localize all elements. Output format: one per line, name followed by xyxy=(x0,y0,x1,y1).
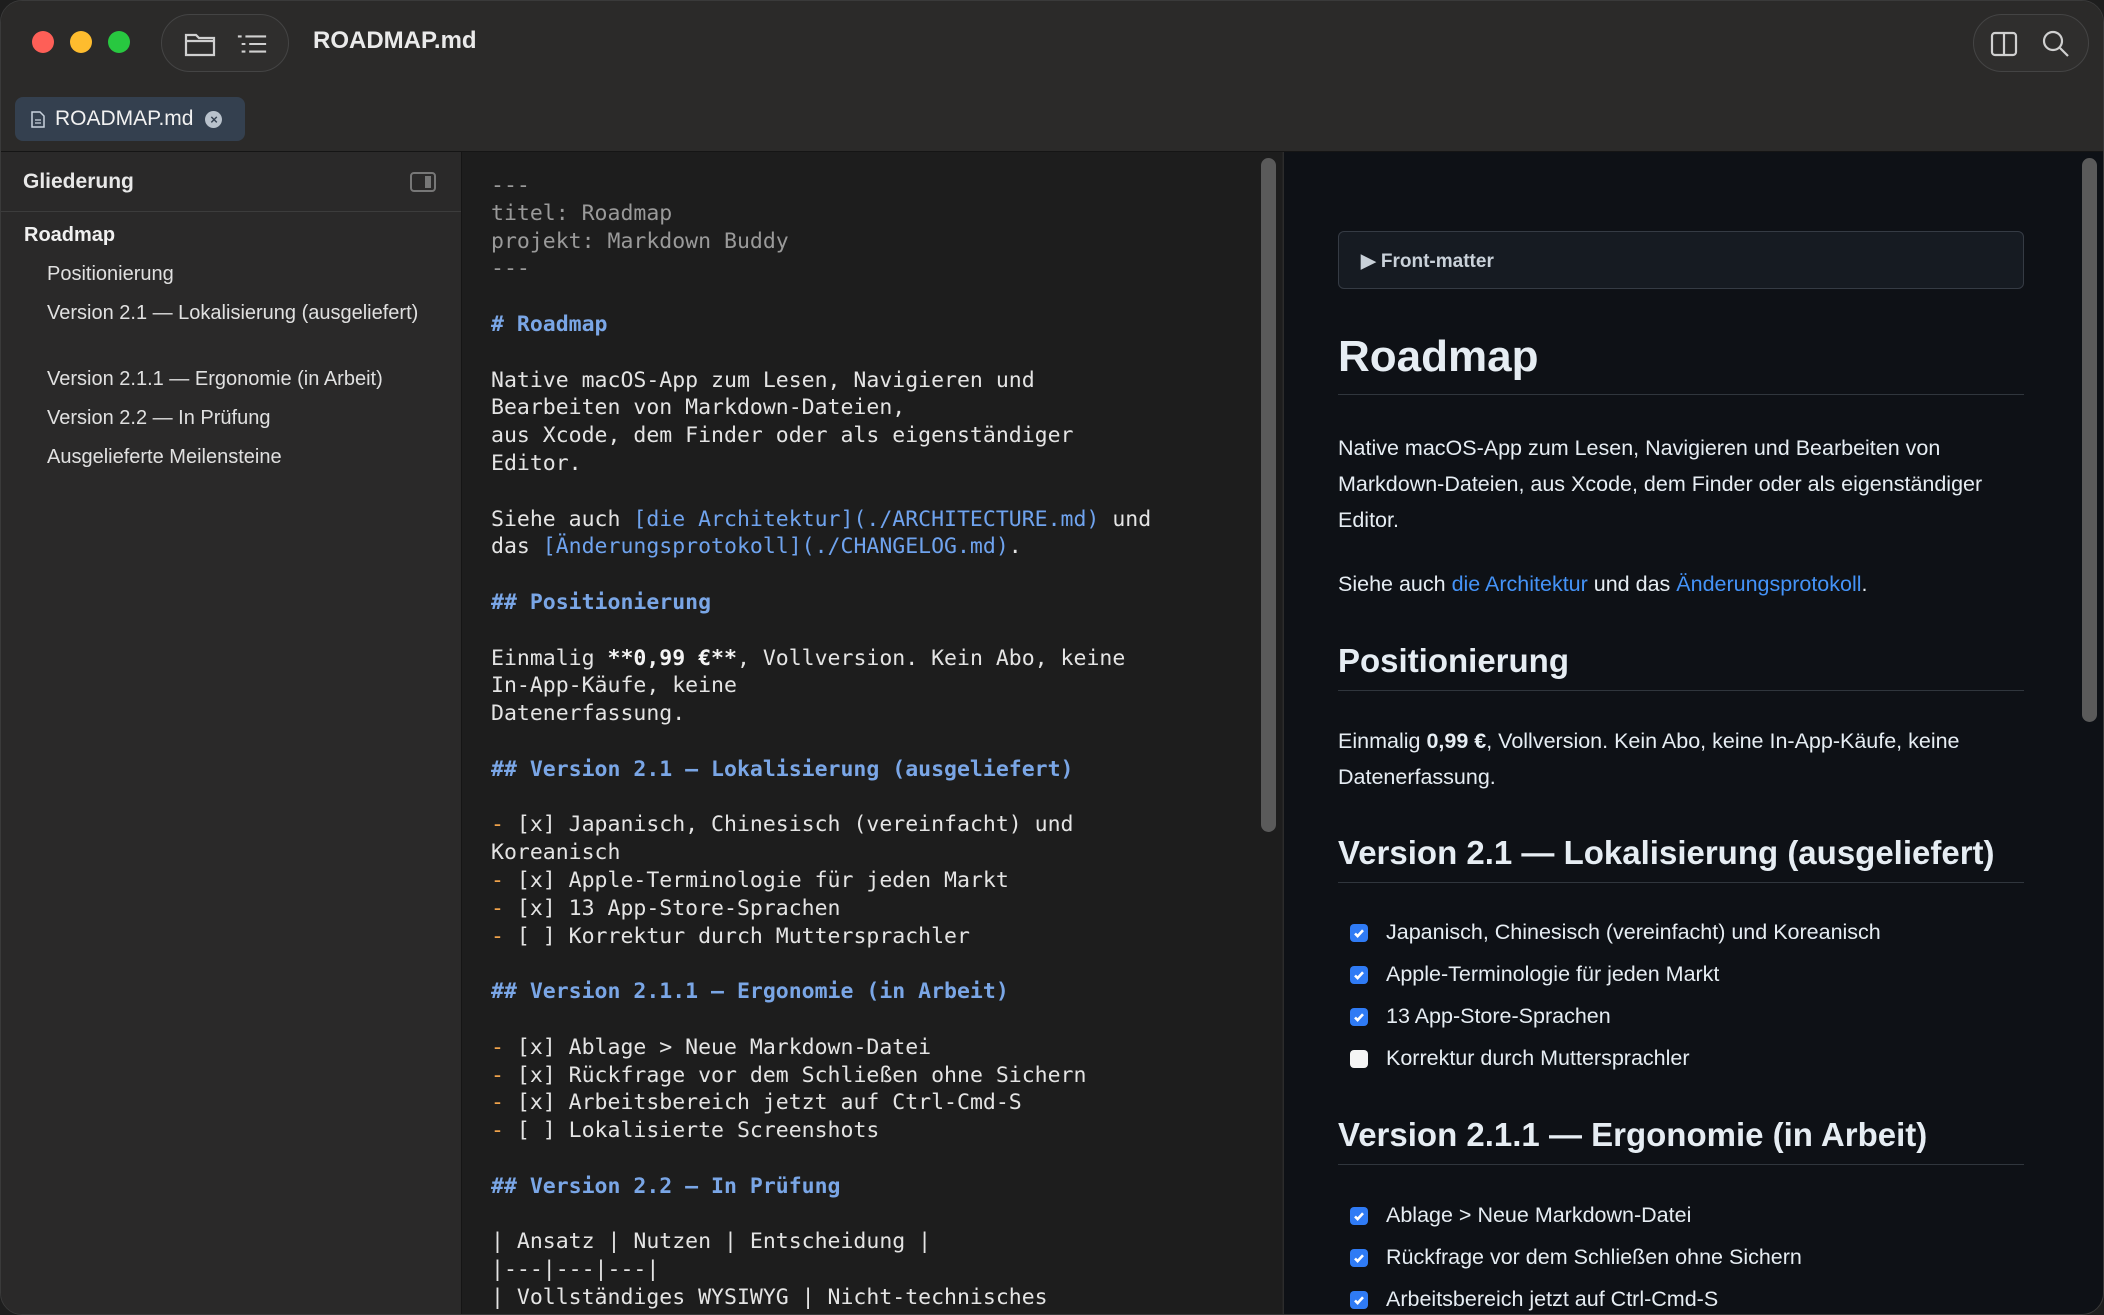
open-file-button[interactable] xyxy=(184,29,216,59)
task-label: Korrektur durch Muttersprachler xyxy=(1386,1046,1690,1070)
app-window: ROADMAP.md ROADMAP.md × Gliederung Roadm… xyxy=(0,0,2104,1315)
task-item: 13 App-Store-Sprachen xyxy=(1350,1004,1611,1029)
preview-scrollbar[interactable] xyxy=(2082,158,2097,722)
checkbox[interactable] xyxy=(1350,923,1368,942)
sidebar-toggle-icon[interactable] xyxy=(410,172,436,192)
close-window-button[interactable] xyxy=(32,31,54,53)
zoom-window-button[interactable] xyxy=(108,31,130,53)
task-label: Ablage > Neue Markdown-Datei xyxy=(1386,1203,1692,1227)
split-view-icon xyxy=(1990,31,2018,57)
task-item: Apple-Terminologie für jeden Markt xyxy=(1350,962,1719,987)
search-icon xyxy=(2042,30,2069,57)
checkbox[interactable] xyxy=(1350,1206,1368,1225)
document-icon xyxy=(31,110,45,128)
front-matter-toggle[interactable]: ▶ Front-matter xyxy=(1338,231,2024,289)
search-button[interactable] xyxy=(2040,29,2072,59)
tab-label: ROADMAP.md xyxy=(55,107,194,130)
task-item: Japanisch, Chinesisch (vereinfacht) und … xyxy=(1350,920,1881,945)
checkmark-icon xyxy=(1354,1012,1364,1022)
outline-item-version-2-1[interactable]: Version 2.1 — Lokalisierung (ausgeliefer… xyxy=(47,300,437,326)
toolbar-left-group xyxy=(161,14,289,72)
divider xyxy=(1,211,461,212)
checkmark-icon xyxy=(1354,970,1364,980)
checkmark-icon xyxy=(1354,1253,1364,1263)
sidebar-header: Gliederung xyxy=(23,170,134,193)
checkmark-icon xyxy=(1354,1295,1364,1305)
see-also-prefix: Siehe auch xyxy=(1338,572,1452,596)
list-icon xyxy=(237,35,267,53)
heading-positionierung: Positionierung xyxy=(1338,642,2024,691)
outline-sidebar: Gliederung Roadmap Positionierung Versio… xyxy=(1,152,462,1314)
minimize-window-button[interactable] xyxy=(70,31,92,53)
editor-scrollbar[interactable] xyxy=(1261,158,1276,832)
markdown-preview: ▶ Front-matter Roadmap Native macOS-App … xyxy=(1283,152,2103,1314)
outline-item-version-2-1-1[interactable]: Version 2.1.1 — Ergonomie (in Arbeit) xyxy=(47,366,437,392)
see-also-suffix: . xyxy=(1861,572,1868,596)
editor-text[interactable]: --- titel: Roadmap projekt: Markdown Bud… xyxy=(491,172,1231,1312)
checkbox[interactable] xyxy=(1350,1049,1368,1068)
outline-item-positionierung[interactable]: Positionierung xyxy=(47,261,437,287)
folder-icon xyxy=(184,33,216,57)
toolbar-right-group xyxy=(1973,14,2089,72)
window-title: ROADMAP.md xyxy=(313,27,477,54)
outline-item-version-2-2[interactable]: Version 2.2 — In Prüfung xyxy=(47,405,437,431)
task-label: Rückfrage vor dem Schließen ohne Sichern xyxy=(1386,1245,1802,1269)
checkbox[interactable] xyxy=(1350,1248,1368,1267)
task-item: Ablage > Neue Markdown-Datei xyxy=(1350,1203,1691,1228)
positioning-text: Einmalig 0,99 €, Vollversion. Kein Abo, … xyxy=(1338,723,2024,795)
heading-version-2-1-1: Version 2.1.1 — Ergonomie (in Arbeit) xyxy=(1338,1116,2024,1165)
changelog-link[interactable]: Änderungsprotokoll xyxy=(1676,572,1861,596)
task-label: Apple-Terminologie für jeden Markt xyxy=(1386,962,1720,986)
checkbox[interactable] xyxy=(1350,965,1368,984)
task-item: Korrektur durch Muttersprachler xyxy=(1350,1046,1690,1071)
preview-intro: Native macOS-App zum Lesen, Navigieren u… xyxy=(1338,436,1983,532)
task-label: Japanisch, Chinesisch (vereinfacht) und … xyxy=(1386,920,1881,944)
heading-version-2-1: Version 2.1 — Lokalisierung (ausgeliefer… xyxy=(1338,834,2024,883)
preview-see-also: Siehe auch die Architektur und das Änder… xyxy=(1338,566,2024,602)
price: 0,99 € xyxy=(1426,729,1487,753)
architecture-link[interactable]: die Architektur xyxy=(1452,572,1588,596)
tab-bar: ROADMAP.md × xyxy=(1,89,2103,152)
checkbox[interactable] xyxy=(1350,1007,1368,1026)
toggle-outline-button[interactable] xyxy=(236,29,268,59)
tab-roadmap[interactable]: ROADMAP.md × xyxy=(15,97,245,141)
split-view-button[interactable] xyxy=(1988,29,2020,59)
task-item: Rückfrage vor dem Schließen ohne Sichern xyxy=(1350,1245,1802,1270)
outline-item-meilensteine[interactable]: Ausgelieferte Meilensteine xyxy=(47,444,437,470)
task-label: Arbeitsbereich jetzt auf Ctrl-Cmd-S xyxy=(1386,1287,1719,1311)
checkbox[interactable] xyxy=(1350,1290,1368,1309)
checkmark-icon xyxy=(1354,928,1364,938)
task-item: Arbeitsbereich jetzt auf Ctrl-Cmd-S xyxy=(1350,1287,1718,1312)
see-also-middle: und das xyxy=(1587,572,1677,596)
checkmark-icon xyxy=(1354,1211,1364,1221)
task-label: 13 App-Store-Sprachen xyxy=(1386,1004,1611,1028)
markdown-editor[interactable]: --- titel: Roadmap projekt: Markdown Bud… xyxy=(462,152,1282,1314)
preview-title: Roadmap xyxy=(1338,332,2024,395)
close-tab-icon[interactable]: × xyxy=(205,110,223,128)
title-bar: ROADMAP.md xyxy=(1,1,2103,89)
positioning-prefix: Einmalig xyxy=(1338,729,1427,753)
outline-item-roadmap[interactable]: Roadmap xyxy=(24,222,115,248)
